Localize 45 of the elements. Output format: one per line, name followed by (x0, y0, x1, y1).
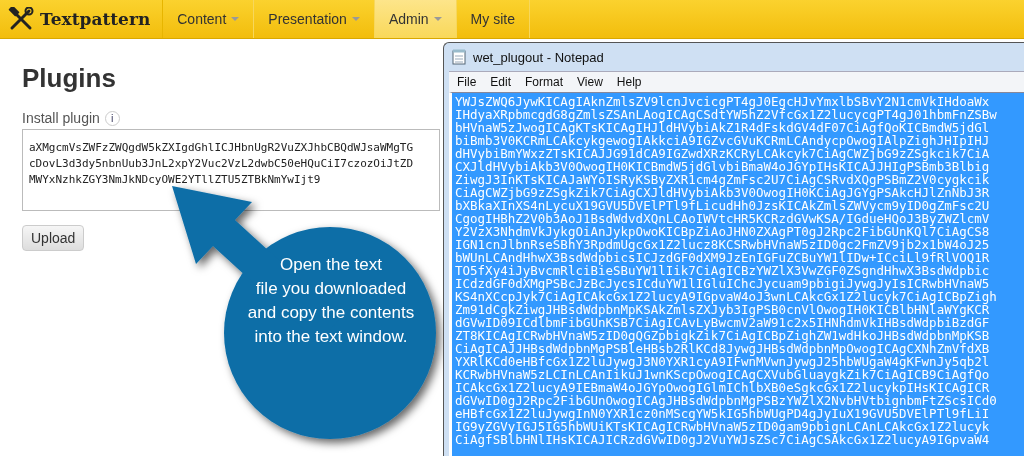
nav-menu-item[interactable]: Presentation (254, 0, 375, 38)
text-line: Y2VzX3NhdmVkJykgOiAnJykpOwoKICBpZiAoJHN0ZXAgPT0gJ2Rpc2FibGUnKQl7CiAgCS8 (455, 225, 991, 238)
text-line: YXRlKCd0eHBfcGx1Z2luJywgJ3N0YXR1cyA9IFwnMVwnJywgJ25hbWUgaW4gKFwnJy5qb2l (455, 355, 991, 368)
text-line: ZT8KICAgICRwbHVnaW5zID0gQGZpbigkZik7CiAgICBpZighZW1wdHkoJHBsdWdpbnMpKSB (455, 329, 991, 342)
text-line: IGN1cnJlbnRseSBhY3RpdmUgcGx1Z2lucz8KCSRwbHVnaW5zID0gc2FmZV9jb2x1bW4oJ25 (455, 238, 991, 251)
text-line: ZiwgJ3InKTsKICAJaWYoISRyKSByZXR1cm4gZmFsc2U7CiAgCSRvdXQgPSBmZ2V0cygkcik (455, 173, 991, 186)
hammer-wrench-icon (8, 7, 34, 31)
menu-item[interactable]: Edit (490, 75, 512, 89)
page-title: Plugins (22, 63, 116, 94)
menu-item[interactable]: File (457, 75, 477, 89)
plugin-code-field[interactable]: aXMgcmVsZWFzZWQgdW5kZXIgdGhlICJHbnUgR2VuZXJhbCBQdWJsaWMgTG cDovL3d3dy5nbnUub3JnL2xpY2Vuc2VzL2dwbC50eHQuCiI7czozOiJtZD MWYxNzhkZGY3NmJkNDcyOWE2YTllZTU5ZTBkNmYwIjt9 (22, 129, 440, 211)
text-line: KS4nXCcpJyk7CiAgICAkcGx1Z2lucyA9IGpvaW4oJ3wnLCAkcGx1Z2lucyk7CiAgICBpZigh (455, 290, 998, 303)
menu-item[interactable]: Format (525, 75, 564, 89)
callout-text: Open the text file you downloaded and copy the contents into the text window. (246, 254, 416, 348)
nav-menu-item[interactable]: My site (456, 0, 530, 38)
text-line: dHVybiBmYWxzZTsKICAJJG91dCA9IGZwdXRzKCRyLCAkcyk7CiAgCWZjbG9zZSgkcik7CiA (455, 147, 991, 160)
text-line: eHBfcGx1Z2luJywgInN0YXR1cz0nMScgYW5kIG5hbWUgPD4gJyIuX19GVU5DVElPTl9fLiI (455, 407, 990, 420)
text-line: ICAkcGx1Z2lucyA9IEBmaW4oJGYpOwogIGlmIChlbXB0eSgkcGx1Z2lucykpIHsKICAgICR (455, 381, 990, 394)
notepad-icon (452, 49, 466, 65)
text-line: dGVwID0gJ2Rpc2FibGUnOwogICAgJHBsdWdpbnMgPSBzYWZlX2NvbHVtbignbmFtZScsICd0 (455, 394, 998, 407)
text-line: KCRwbHVnaW5zLCInLCAnIikuJ1wnKScpOwogICAgCXVubGluaygkZik7CiAgICB9CiAgfQo (455, 368, 991, 381)
text-line: ICdzdGF0dXMgPSBcJzBcJycsICduYW1lIGluIChcJycuam9pbigiJywgJyIsICRwbHVnaW5 (455, 277, 990, 290)
text-line: bWUnLCAndHhwX3BsdWdpbicsICJzdGF0dXM9JzEnIGFuZCBuYW1lIDw+ICciLl9fRlVOQ1R (455, 251, 991, 264)
nav-menu-item[interactable]: Admin (374, 0, 457, 38)
text-line: CiAgCWZjbG9zZSgkZik7CiAgCXJldHVybiAkb3V0OwogIH0KCiAgJGYgPSAkcHJlZnNbJ3R (455, 186, 991, 199)
field-label: Install plugin (22, 110, 100, 126)
logo-text[interactable]: Textpattern (40, 9, 151, 29)
text-line: CiAgfSBlbHNlIHsKICAJICRzdGVwID0gJ2VuYWJsZSc7CiAgCSAkcGx1Z2lucyA9IGpvaW4 (455, 433, 991, 446)
text-line: TO5fXy4iJyBvcmRlciBieSBuYW1lIik7CiAgICBzYWZlX3VwZGF0ZSgndHhwX3BsdWdpbic (455, 264, 991, 277)
text-line: dGVwID09ICdlbmFibGUnKSB7CiAgICAvLyBwcmV2aW91c2x5IHNhdmVkIHBsdWdpbiBzdGF (455, 316, 991, 329)
text-line: CgogIHBhZ2V0b3AoJ1BsdWdvdXQnLCAoIWVtcHR5KCRzdGVwKSA/IGdueHQoJ3ByZWZlcmV (455, 212, 991, 225)
upload-button[interactable]: Upload (22, 225, 85, 251)
text-line: bHVnaW5zJwogICAgKTsKICAgIHJldHVybiAkZ1R4dFskdGV4dF07CiAgfQoKICBmdW5jdGl (455, 121, 990, 134)
nav-menu-item[interactable]: Content (163, 0, 255, 38)
text-line: Zm91dCgkZiwgJHBsdWdpbnMpKSAkZmlsZXJyb3IgPSB0cnVlOwogIH0KICBlbHNlaWYgKCR (455, 303, 990, 316)
text-line: biBmb3V0KCRmLCAkcykgewogIAkkciA9IGZvcGVuKCRmLCAndycpOwogIAlpZighJHIpIHJ (455, 134, 991, 147)
text-line: YWJsZWQ6JywKICAgIAknZmlsZV9lcnJvcicgPT4gJ0EgcHJvYmxlbSBvY2N1cmVkIHdoaWx (455, 95, 990, 108)
text-line: CiAgICAJJHBsdWdpbnMgPSBleHBsb2RlKCd8JywgJHBsdWdpbnMpOwogICAgCXNhZmVfdXB (455, 342, 991, 355)
window-title: wet_plugout - Notepad (473, 49, 604, 65)
text-line: IG9yZGVyIGJ5IG5hbWUiKTsKICAgICRwbHVnaW5zID0gam9pbignLCAnLCAkcGx1Z2lucyk (455, 420, 991, 433)
text-line: IHdyaXRpbmcgdG8gZmlsZSAnLAogICAgCSdtYW5hZ2VfcGx1Z2lucycgPT4gJ01hbmFnZSBw (455, 108, 998, 121)
text-line: CXJldHVybiAkb3V0OwogIH0KICBmdW5jdGlvbiBmaW4oJGYpIHsKICAJJHIgPSBmb3Blbig (455, 160, 991, 173)
menu-item[interactable]: Help (616, 75, 642, 89)
text-line: bXBkaXInXS4nLycuX19GVU5DVElPTl9fLicudHh0JzsKICAkZmlsZWVycm9yID0gZmFsc2U (455, 199, 991, 212)
menu-item[interactable]: View (577, 75, 603, 89)
